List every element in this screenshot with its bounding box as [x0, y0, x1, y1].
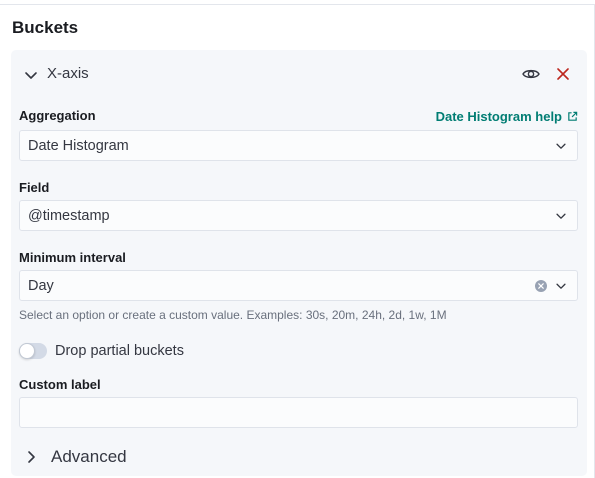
interval-value: Day: [28, 278, 54, 294]
date-histogram-help-link[interactable]: Date Histogram help: [436, 109, 578, 124]
drop-partial-buckets-switch[interactable]: Drop partial buckets: [19, 342, 184, 360]
switch-knob: [19, 343, 35, 359]
clear-icon[interactable]: [535, 280, 547, 292]
interval-help-text: Select an option or create a custom valu…: [19, 308, 447, 322]
aggregation-select[interactable]: Date Histogram: [19, 130, 578, 161]
chevron-down-icon[interactable]: [554, 279, 568, 293]
field-select[interactable]: @timestamp: [19, 200, 578, 231]
section-title: Buckets: [12, 18, 79, 37]
bucket-accordion-header[interactable]: X-axis: [11, 50, 587, 98]
aggregation-value: Date Histogram: [28, 138, 129, 154]
eye-icon: [522, 69, 540, 79]
chevron-down-icon[interactable]: [554, 139, 568, 153]
custom-label-input[interactable]: [19, 397, 578, 428]
advanced-toggle[interactable]: Advanced: [23, 446, 127, 468]
help-link-text[interactable]: Date Histogram help: [436, 109, 562, 124]
bucket-panel-x-axis: X-axis Aggregation Date Histogram help D…: [11, 50, 587, 476]
minimum-interval-combobox[interactable]: Day: [19, 270, 578, 301]
bucket-title[interactable]: X-axis: [47, 65, 89, 82]
buckets-section: Buckets X-axis Aggregation Date Histogra…: [0, 4, 595, 478]
toggle-switch[interactable]: [19, 343, 47, 359]
chevron-down-icon[interactable]: [23, 67, 39, 83]
external-link-icon: [568, 111, 578, 121]
chevron-down-icon[interactable]: [554, 209, 568, 223]
minimum-interval-label: Minimum interval: [19, 250, 126, 265]
toggle-visibility-button[interactable]: [520, 63, 542, 85]
field-label: Field: [19, 180, 50, 195]
close-icon: [557, 68, 569, 80]
field-value: @timestamp: [28, 208, 110, 224]
advanced-label[interactable]: Advanced: [51, 447, 127, 467]
chevron-right-icon[interactable]: [23, 449, 39, 465]
aggregation-label: Aggregation: [19, 108, 96, 123]
remove-bucket-button[interactable]: [552, 63, 574, 85]
custom-label-label: Custom label: [19, 377, 101, 392]
drop-partial-buckets-label[interactable]: Drop partial buckets: [55, 343, 184, 359]
